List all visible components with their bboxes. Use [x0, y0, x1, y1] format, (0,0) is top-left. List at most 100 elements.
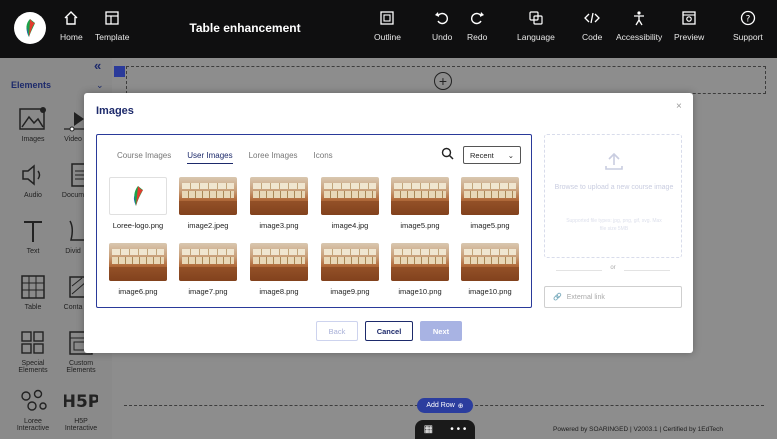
language-label: Language	[517, 32, 555, 42]
bottom-toolbar[interactable]: ▦ • • •	[415, 420, 475, 439]
sort-select[interactable]: Recent ⌄	[463, 146, 521, 164]
teach-photo-image	[179, 177, 237, 215]
image-thumbnail[interactable]: Loree-logo.png	[109, 177, 167, 230]
element-images[interactable]: Images	[10, 106, 56, 143]
chevron-down-icon: ⌄	[507, 150, 514, 160]
image-browser: Course Images User Images Loree Images I…	[96, 134, 532, 308]
image-thumbnail[interactable]: image10.png	[461, 243, 519, 296]
element-label: Custom Elements	[66, 360, 96, 375]
grid-icon[interactable]: ▦	[424, 424, 433, 435]
outline-button[interactable]: Outline	[374, 10, 401, 42]
teach-photo-image	[461, 243, 519, 281]
template-button[interactable]: Template	[95, 10, 130, 42]
modal-title: Images	[96, 105, 134, 117]
element-special[interactable]: Special Elements	[10, 330, 56, 375]
image-filename: image5.png	[400, 221, 440, 230]
tab-course-images[interactable]: Course Images	[117, 151, 171, 164]
image-thumbnail[interactable]: image5.png	[391, 177, 449, 230]
code-button[interactable]: Code	[582, 10, 602, 42]
external-link-field[interactable]: 🔗 External link	[544, 286, 682, 308]
element-label: H5P Interactive	[64, 418, 98, 433]
redo-label: Redo	[467, 32, 488, 42]
element-h5p[interactable]: H5P H5P Interactive	[58, 388, 104, 433]
svg-text:?: ?	[746, 15, 751, 25]
image-filename: image6.png	[118, 287, 158, 296]
undo-button[interactable]: Undo	[432, 10, 452, 42]
cancel-button[interactable]: Cancel	[365, 321, 413, 341]
accessibility-label: Accessibility	[616, 32, 663, 42]
image-thumbnail[interactable]: image6.png	[109, 243, 167, 296]
image-thumbnail[interactable]: image10.png	[391, 243, 449, 296]
image-thumbnail[interactable]: image3.png	[250, 177, 308, 230]
support-label: Support	[733, 32, 763, 42]
search-icon[interactable]	[441, 147, 454, 165]
h5p-icon: H5P	[64, 392, 98, 412]
outline-label: Outline	[374, 32, 401, 42]
image-thumbnail[interactable]: image9.png	[321, 243, 379, 296]
accessibility-button[interactable]: Accessibility	[616, 10, 662, 42]
more-icon[interactable]: • • •	[450, 424, 466, 435]
teach-photo-image	[250, 177, 308, 215]
code-icon	[584, 12, 601, 24]
support-button[interactable]: ? Support	[733, 10, 763, 42]
element-table[interactable]: Table	[10, 274, 56, 311]
image-filename: image7.png	[188, 287, 228, 296]
image-thumbnail[interactable]: image7.png	[179, 243, 237, 296]
collapse-sidebar-button[interactable]: «	[94, 58, 101, 73]
language-button[interactable]: Language	[517, 10, 555, 42]
link-icon: 🔗	[553, 294, 562, 301]
loree-logo-image	[109, 177, 167, 215]
element-loree-interactive[interactable]: Loree Interactive	[10, 388, 56, 433]
image-thumbnail[interactable]: image8.png	[250, 243, 308, 296]
element-label: Divid	[65, 248, 81, 255]
redo-button[interactable]: Redo	[467, 10, 487, 42]
add-element-icon[interactable]: +	[434, 72, 452, 90]
next-button[interactable]: Next	[420, 321, 462, 341]
element-label: Special Elements	[18, 360, 48, 375]
add-row-button[interactable]: Add Row ⊕	[417, 398, 473, 413]
image-thumbnail[interactable]: image5.png	[461, 177, 519, 230]
teach-photo-image	[321, 243, 379, 281]
tab-loree-images[interactable]: Loree Images	[249, 151, 298, 164]
image-filename: image10.png	[398, 287, 442, 296]
image-thumbnail[interactable]: image4.jpg	[321, 177, 379, 230]
or-label: or	[602, 265, 624, 271]
code-label: Code	[582, 32, 603, 42]
image-filename: image9.png	[330, 287, 370, 296]
upload-dropzone[interactable]: Browse to upload a new course image Supp…	[544, 134, 682, 258]
svg-text:H5P: H5P	[64, 392, 98, 412]
tab-icons[interactable]: Icons	[314, 151, 333, 164]
teach-photo-image	[391, 177, 449, 215]
loree-logo	[14, 12, 46, 44]
element-audio[interactable]: Audio	[10, 162, 56, 199]
elements-heading[interactable]: Elements	[11, 80, 51, 90]
teach-photo-image	[391, 243, 449, 281]
redo-icon	[471, 12, 485, 25]
element-label: Video	[64, 136, 82, 143]
image-filename: image5.png	[470, 221, 510, 230]
close-icon[interactable]: ×	[676, 101, 682, 112]
audio-icon	[22, 164, 41, 186]
preview-button[interactable]: Preview	[674, 10, 704, 42]
element-label: Conta	[63, 304, 83, 311]
element-label: Audio	[24, 192, 42, 199]
element-label: Table	[24, 304, 42, 311]
back-button[interactable]: Back	[316, 321, 358, 341]
element-label: Images	[21, 136, 45, 143]
chevron-down-icon[interactable]: ⌄	[96, 80, 104, 91]
tab-user-images[interactable]: User Images	[187, 151, 233, 164]
special-elements-icon	[21, 331, 44, 354]
add-row-label: Add Row	[426, 402, 455, 409]
accessibility-icon	[634, 11, 645, 26]
row-handle-icon[interactable]	[114, 66, 125, 77]
images-modal: Images × Course Images User Images Loree…	[84, 93, 693, 353]
home-label: Home	[60, 32, 83, 42]
image-filename: Loree-logo.png	[112, 221, 164, 230]
top-toolbar: Home Template Table enhancement Outline …	[0, 0, 777, 58]
page-title[interactable]: Table enhancement	[170, 21, 320, 35]
footer-credit: Powered by SOARINGED | V2003.1 | Certifi…	[553, 426, 723, 433]
home-button[interactable]: Home	[60, 10, 83, 42]
image-thumbnail[interactable]: image2.jpeg	[179, 177, 237, 230]
preview-label: Preview	[674, 32, 705, 42]
element-text[interactable]: Text	[10, 218, 56, 255]
